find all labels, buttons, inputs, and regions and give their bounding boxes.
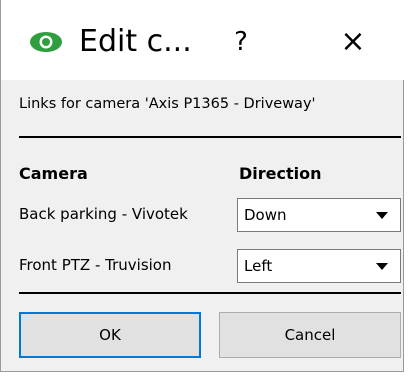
direction-select[interactable]: Left bbox=[237, 249, 401, 283]
direction-column-header: Direction bbox=[239, 164, 322, 183]
ok-button[interactable]: OK bbox=[19, 312, 201, 358]
window-title: Edit c... bbox=[79, 24, 192, 59]
close-button[interactable]: × bbox=[331, 22, 375, 62]
eye-icon bbox=[30, 32, 62, 52]
camera-name: Back parking - Vivotek bbox=[19, 205, 188, 223]
direction-select[interactable]: Down bbox=[237, 198, 401, 232]
links-subtitle: Links for camera 'Axis P1365 - Driveway' bbox=[19, 96, 316, 112]
dropdown-arrow-icon bbox=[376, 263, 388, 270]
direction-value: Down bbox=[244, 206, 287, 224]
bottom-divider bbox=[19, 292, 401, 294]
dropdown-arrow-icon bbox=[376, 212, 388, 219]
camera-column-header: Camera bbox=[19, 164, 88, 183]
help-button[interactable]: ? bbox=[221, 22, 261, 62]
top-divider bbox=[19, 136, 401, 138]
cancel-button[interactable]: Cancel bbox=[219, 312, 401, 358]
title-bar: Edit c... ? × bbox=[1, 0, 405, 80]
direction-value: Left bbox=[244, 257, 273, 275]
camera-name: Front PTZ - Truvision bbox=[19, 256, 172, 274]
edit-camera-links-dialog: Edit c... ? × Links for camera 'Axis P13… bbox=[0, 0, 405, 372]
